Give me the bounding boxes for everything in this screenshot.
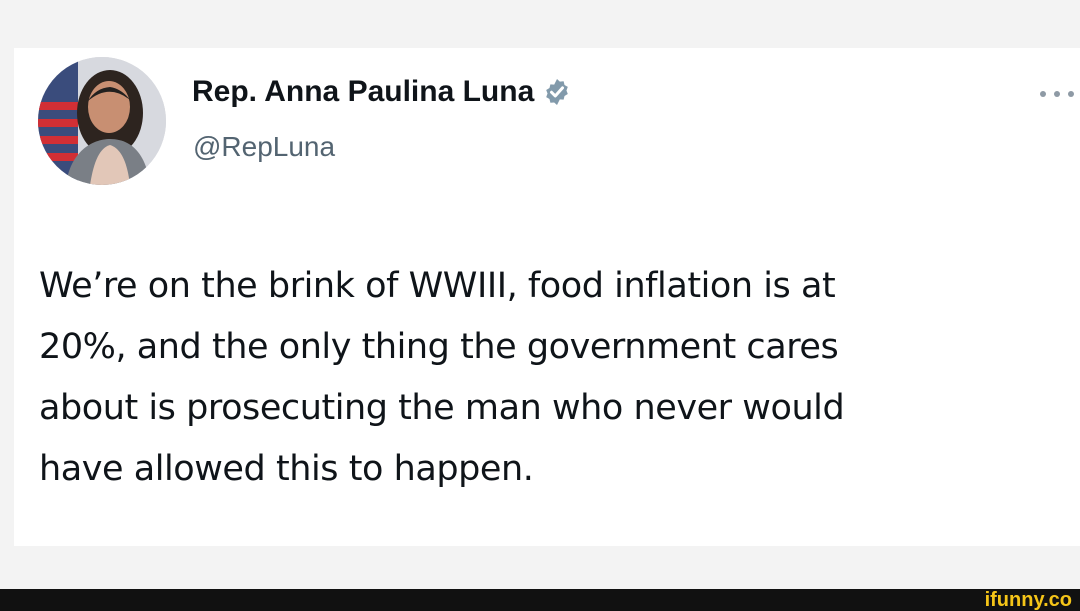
tweet-text-line-4: have allowed this to happen. bbox=[39, 449, 534, 489]
tweet-text: We’re on the brink of WWIII, food inflat… bbox=[39, 256, 1069, 500]
tweet-text-line-3: about is prosecuting the man who never w… bbox=[39, 388, 845, 428]
author-handle[interactable]: @RepLuna bbox=[193, 131, 335, 163]
more-dot-2 bbox=[1054, 91, 1060, 97]
author-name-row: Rep. Anna Paulina Luna bbox=[192, 75, 572, 109]
tweet-card: Rep. Anna Paulina Luna @RepLuna We’re on… bbox=[14, 48, 1080, 546]
verified-badge-icon bbox=[542, 77, 572, 107]
author-display-name[interactable]: Rep. Anna Paulina Luna bbox=[192, 75, 534, 109]
tweet-text-line-2: 20%, and the only thing the government c… bbox=[39, 327, 839, 367]
more-dot-1 bbox=[1040, 91, 1046, 97]
watermark-bar bbox=[0, 589, 1080, 611]
screenshot-page: Rep. Anna Paulina Luna @RepLuna We’re on… bbox=[0, 0, 1080, 611]
more-options-icon[interactable] bbox=[1040, 86, 1074, 102]
avatar[interactable] bbox=[38, 57, 166, 185]
avatar-photo bbox=[38, 57, 166, 185]
tweet-text-line-1: We’re on the brink of WWIII, food inflat… bbox=[39, 266, 836, 306]
watermark-logo: ifunny.co bbox=[984, 589, 1072, 611]
more-dot-3 bbox=[1068, 91, 1074, 97]
